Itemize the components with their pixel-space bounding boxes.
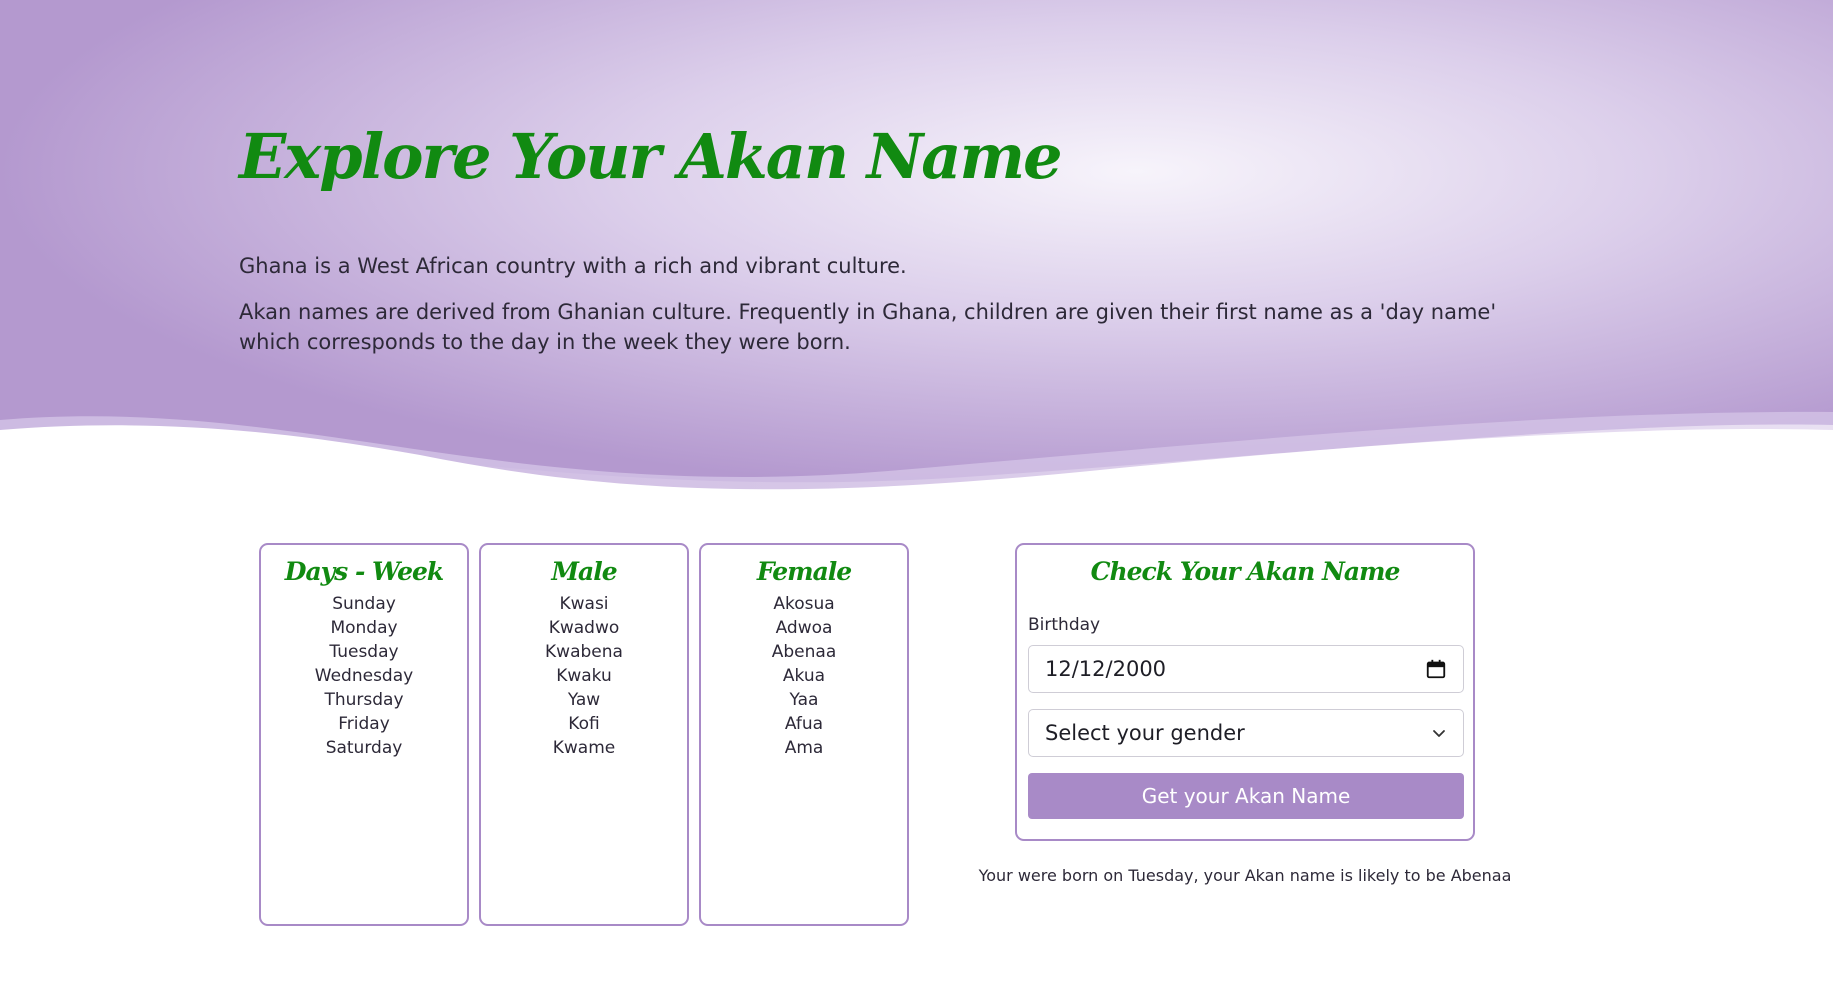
hero-section: Explore Your Akan Name Ghana is a West A… [0, 0, 1833, 520]
page-title: Explore Your Akan Name [239, 120, 1063, 193]
female-title: Female [756, 557, 852, 586]
calendar-icon[interactable] [1425, 658, 1447, 680]
list-item: Abenaa [771, 642, 837, 662]
days-title: Days - Week [284, 557, 444, 586]
page: Explore Your Akan Name Ghana is a West A… [0, 0, 1833, 981]
list-item: Akosua [773, 594, 835, 614]
list-item: Saturday [325, 738, 403, 758]
gender-select[interactable]: Select your gender [1028, 709, 1464, 757]
list-item: Adwoa [775, 618, 833, 638]
gender-select-value: Select your gender [1045, 721, 1245, 745]
list-item: Afua [784, 714, 824, 734]
female-list: Akosua Adwoa Abenaa Akua Yaa Afua Ama [701, 592, 907, 760]
hero-intro: Ghana is a West African country with a r… [239, 254, 907, 278]
list-item: Yaw [567, 690, 601, 710]
birthday-input[interactable]: 12/12/2000 [1028, 645, 1464, 693]
birthday-value: 12/12/2000 [1045, 657, 1167, 681]
list-item: Kwasi [559, 594, 609, 614]
days-card: Days - Week Sunday Monday Tuesday Wednes… [259, 543, 469, 926]
list-item: Kofi [568, 714, 600, 734]
male-list: Kwasi Kwadwo Kwabena Kwaku Yaw Kofi Kwam… [481, 592, 687, 760]
female-card: Female Akosua Adwoa Abenaa Akua Yaa Afua… [699, 543, 909, 926]
list-item: Kwame [552, 738, 616, 758]
hero-content: Explore Your Akan Name Ghana is a West A… [239, 120, 1539, 357]
result-message: Your were born on Tuesday, your Akan nam… [978, 866, 1512, 885]
list-item: Ama [784, 738, 824, 758]
male-card: Male Kwasi Kwadwo Kwabena Kwaku Yaw Kofi… [479, 543, 689, 926]
list-item: Yaa [789, 690, 819, 710]
form-title: Check Your Akan Name [1090, 557, 1401, 586]
male-title: Male [551, 557, 617, 586]
chevron-down-icon [1431, 725, 1447, 741]
list-item: Kwadwo [548, 618, 620, 638]
list-item: Wednesday [314, 666, 414, 686]
list-item: Sunday [332, 594, 396, 614]
list-item: Kwaku [556, 666, 612, 686]
list-item: Tuesday [329, 642, 399, 662]
list-item: Thursday [324, 690, 404, 710]
list-item: Monday [330, 618, 398, 638]
list-item: Akua [782, 666, 826, 686]
list-item: Kwabena [545, 642, 623, 662]
get-akan-name-button[interactable]: Get your Akan Name [1028, 773, 1464, 819]
list-item: Friday [338, 714, 390, 734]
akan-form-card: Check Your Akan Name Birthday 12/12/2000… [1015, 543, 1475, 841]
hero-description: Akan names are derived from Ghanian cult… [239, 300, 1497, 354]
birthday-label: Birthday [1028, 615, 1101, 635]
days-list: Sunday Monday Tuesday Wednesday Thursday… [261, 592, 467, 760]
